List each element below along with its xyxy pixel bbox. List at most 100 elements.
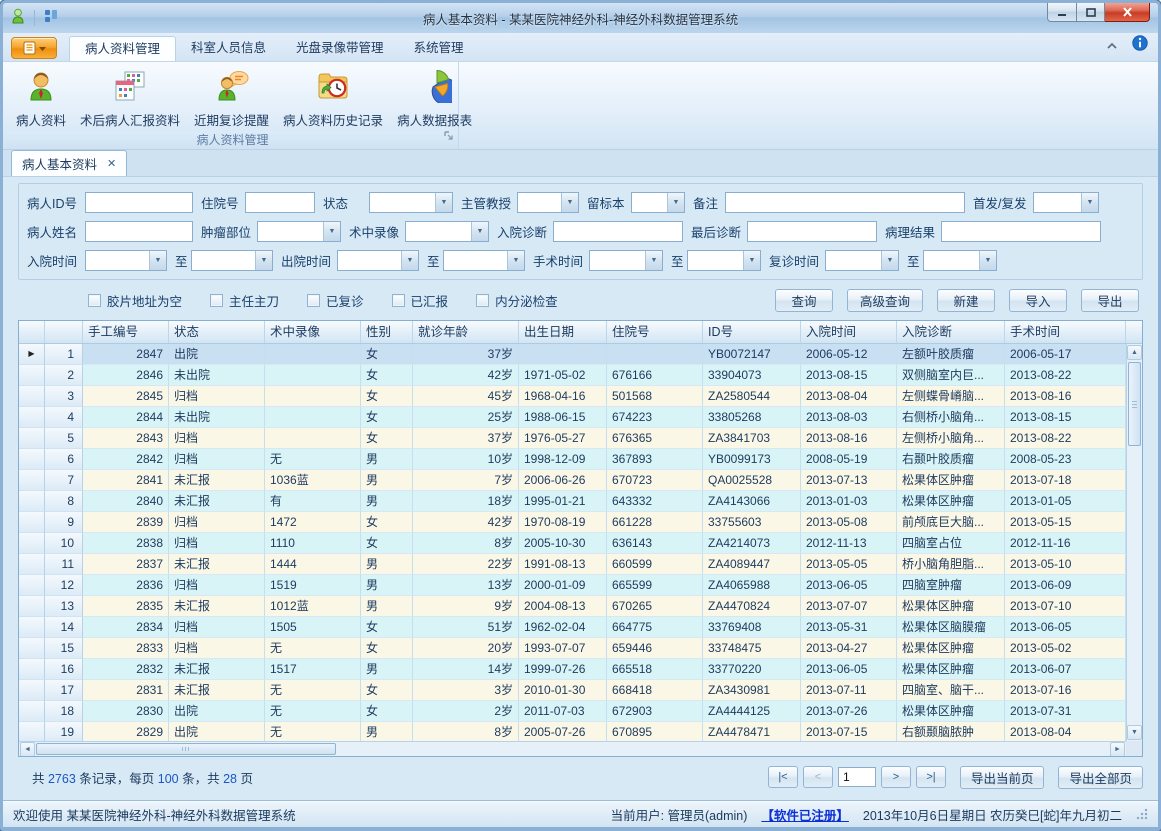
chevron-down-icon[interactable] bbox=[149, 251, 166, 270]
surgery-video-combo[interactable] bbox=[405, 221, 489, 242]
revisit-reminder-button[interactable]: 近期复诊提醒 bbox=[187, 65, 276, 131]
horizontal-scrollbar[interactable] bbox=[19, 741, 1126, 756]
next-page-button[interactable]: > bbox=[881, 766, 911, 788]
table-row[interactable]: 32845归档女45岁1968-04-16501568ZA25805442013… bbox=[19, 386, 1126, 407]
admit-time-to-combo[interactable] bbox=[191, 250, 273, 271]
scroll-up-icon[interactable] bbox=[1127, 345, 1142, 360]
specimen-kept-combo[interactable] bbox=[631, 192, 685, 213]
last-page-button[interactable]: >| bbox=[916, 766, 946, 788]
chevron-down-icon[interactable] bbox=[743, 251, 760, 270]
chevron-down-icon[interactable] bbox=[645, 251, 662, 270]
table-row[interactable]: 132835未汇报1012蓝男9岁2004-08-13670265ZA44708… bbox=[19, 596, 1126, 617]
tab-patient-basic-data[interactable]: 病人基本资料 bbox=[11, 150, 127, 176]
scroll-down-icon[interactable] bbox=[1127, 725, 1142, 740]
chevron-down-icon[interactable] bbox=[323, 222, 340, 241]
resize-grip-icon[interactable] bbox=[1136, 808, 1148, 820]
collapse-ribbon-icon[interactable] bbox=[1106, 37, 1118, 55]
table-row[interactable]: 72841未汇报1036蓝男7岁2006-06-26670723QA002552… bbox=[19, 470, 1126, 491]
chevron-down-icon[interactable] bbox=[435, 193, 452, 212]
chevron-down-icon[interactable] bbox=[667, 193, 684, 212]
table-row[interactable]: 152833归档无女20岁1993-07-0765944633748475201… bbox=[19, 638, 1126, 659]
column-header[interactable]: 出生日期 bbox=[519, 321, 607, 343]
new-button[interactable]: 新建 bbox=[937, 289, 995, 312]
column-header[interactable]: 性别 bbox=[361, 321, 413, 343]
chevron-down-icon[interactable] bbox=[471, 222, 488, 241]
table-row[interactable]: 52843归档女37岁1976-05-27676365ZA38417032013… bbox=[19, 428, 1126, 449]
column-header[interactable]: 手工编号 bbox=[83, 321, 169, 343]
close-tab-icon[interactable] bbox=[107, 157, 116, 170]
admission-no-input[interactable] bbox=[245, 192, 315, 213]
patient-name-input[interactable] bbox=[85, 221, 193, 242]
horizontal-scroll-thumb[interactable] bbox=[36, 743, 336, 755]
table-row[interactable]: 22846未出院女42岁1971-05-02676166339040732013… bbox=[19, 365, 1126, 386]
table-row[interactable]: 142834归档1505女51岁1962-02-0466477533769408… bbox=[19, 617, 1126, 638]
import-button[interactable]: 导入 bbox=[1009, 289, 1067, 312]
patient-id-input[interactable] bbox=[85, 192, 193, 213]
table-row[interactable]: 122836归档1519男13岁2000-01-09665599ZA406598… bbox=[19, 575, 1126, 596]
column-header[interactable]: 状态 bbox=[169, 321, 265, 343]
patient-report-button[interactable]: 病人数据报表 bbox=[390, 65, 479, 131]
column-header[interactable]: 入院诊断 bbox=[897, 321, 1005, 343]
checkbox-film-address-empty[interactable]: 胶片地址为空 bbox=[88, 291, 182, 310]
table-row[interactable]: 182830出院无女2岁2011-07-03672903ZA4444125201… bbox=[19, 701, 1126, 722]
chevron-down-icon[interactable] bbox=[255, 251, 272, 270]
patient-data-button[interactable]: 病人资料 bbox=[9, 65, 73, 131]
column-header[interactable]: 手术时间 bbox=[1005, 321, 1126, 343]
chief-professor-combo[interactable] bbox=[517, 192, 579, 213]
prev-page-button[interactable]: < bbox=[803, 766, 833, 788]
chevron-down-icon[interactable] bbox=[401, 251, 418, 270]
table-row[interactable]: 192829出院无男8岁2005-07-26670895ZA4478471201… bbox=[19, 722, 1126, 741]
admit-diagnosis-input[interactable] bbox=[553, 221, 683, 242]
column-header[interactable]: 住院号 bbox=[607, 321, 703, 343]
tumor-site-combo[interactable] bbox=[257, 221, 341, 242]
checkbox-reported[interactable]: 已汇报 bbox=[392, 291, 449, 310]
remark-input[interactable] bbox=[725, 192, 965, 213]
checkbox-endocrine-check[interactable]: 内分泌检查 bbox=[476, 291, 558, 310]
export-current-page-button[interactable]: 导出当前页 bbox=[960, 766, 1045, 789]
table-row[interactable]: 42844未出院女25岁1988-06-15674223338052682013… bbox=[19, 407, 1126, 428]
checkbox-revisited[interactable]: 已复诊 bbox=[307, 291, 364, 310]
advanced-query-button[interactable]: 高级查询 bbox=[847, 289, 923, 312]
table-row[interactable]: 112837未汇报1444男22岁1991-08-13660599ZA40894… bbox=[19, 554, 1126, 575]
column-header[interactable]: 入院时间 bbox=[801, 321, 897, 343]
table-row[interactable]: 162832未汇报1517男14岁1999-07-266655183377022… bbox=[19, 659, 1126, 680]
maximize-button[interactable] bbox=[1077, 3, 1105, 22]
table-row[interactable]: 62842归档无男10岁1998-12-09367893YB0099173200… bbox=[19, 449, 1126, 470]
scroll-right-icon[interactable] bbox=[1110, 742, 1125, 757]
query-button[interactable]: 查询 bbox=[775, 289, 833, 312]
close-button[interactable] bbox=[1105, 3, 1150, 22]
column-header[interactable]: 术中录像 bbox=[265, 321, 361, 343]
ribbon-tab-department-staff-info[interactable]: 科室人员信息 bbox=[176, 36, 281, 61]
revisit-time-from-combo[interactable] bbox=[825, 250, 899, 271]
discharge-time-from-combo[interactable] bbox=[337, 250, 419, 271]
surgery-time-from-combo[interactable] bbox=[589, 250, 663, 271]
page-number-input[interactable] bbox=[838, 767, 876, 787]
revisit-time-to-combo[interactable] bbox=[923, 250, 997, 271]
checkbox-chief-surgeon[interactable]: 主任主刀 bbox=[210, 291, 279, 310]
revisited-checkbox[interactable] bbox=[307, 294, 320, 307]
admit-time-from-combo[interactable] bbox=[85, 250, 167, 271]
table-row[interactable]: 102838归档1110女8岁2005-10-30636143ZA4214073… bbox=[19, 533, 1126, 554]
first-page-button[interactable]: |< bbox=[768, 766, 798, 788]
column-header[interactable]: 就诊年龄 bbox=[413, 321, 519, 343]
vertical-scroll-thumb[interactable] bbox=[1128, 362, 1141, 446]
chief-surgeon-checkbox[interactable] bbox=[210, 294, 223, 307]
status-combo[interactable] bbox=[369, 192, 453, 213]
minimize-button[interactable] bbox=[1047, 3, 1077, 22]
table-row[interactable]: 172831未汇报无女3岁2010-01-30668418ZA343098120… bbox=[19, 680, 1126, 701]
export-all-pages-button[interactable]: 导出全部页 bbox=[1058, 766, 1143, 789]
vertical-scrollbar[interactable] bbox=[1126, 344, 1142, 741]
film-address-empty-checkbox[interactable] bbox=[88, 294, 101, 307]
app-menu-button[interactable] bbox=[11, 37, 57, 59]
chevron-down-icon[interactable] bbox=[561, 193, 578, 212]
table-row[interactable]: ▶12847出院女37岁YB00721472006-05-12左额叶胶质瘤200… bbox=[19, 344, 1126, 365]
layout-icon[interactable] bbox=[43, 8, 59, 29]
registered-link[interactable]: 【软件已注册】 bbox=[761, 805, 849, 824]
scroll-left-icon[interactable] bbox=[20, 742, 35, 757]
ribbon-tab-patient-data-management[interactable]: 病人资料管理 bbox=[69, 36, 176, 61]
chevron-down-icon[interactable] bbox=[1081, 193, 1098, 212]
discharge-time-to-combo[interactable] bbox=[443, 250, 525, 271]
ribbon-tab-system-management[interactable]: 系统管理 bbox=[399, 36, 479, 61]
patient-history-button[interactable]: 病人资料历史记录 bbox=[276, 65, 390, 131]
table-row[interactable]: 82840未汇报有男18岁1995-01-21643332ZA414306620… bbox=[19, 491, 1126, 512]
